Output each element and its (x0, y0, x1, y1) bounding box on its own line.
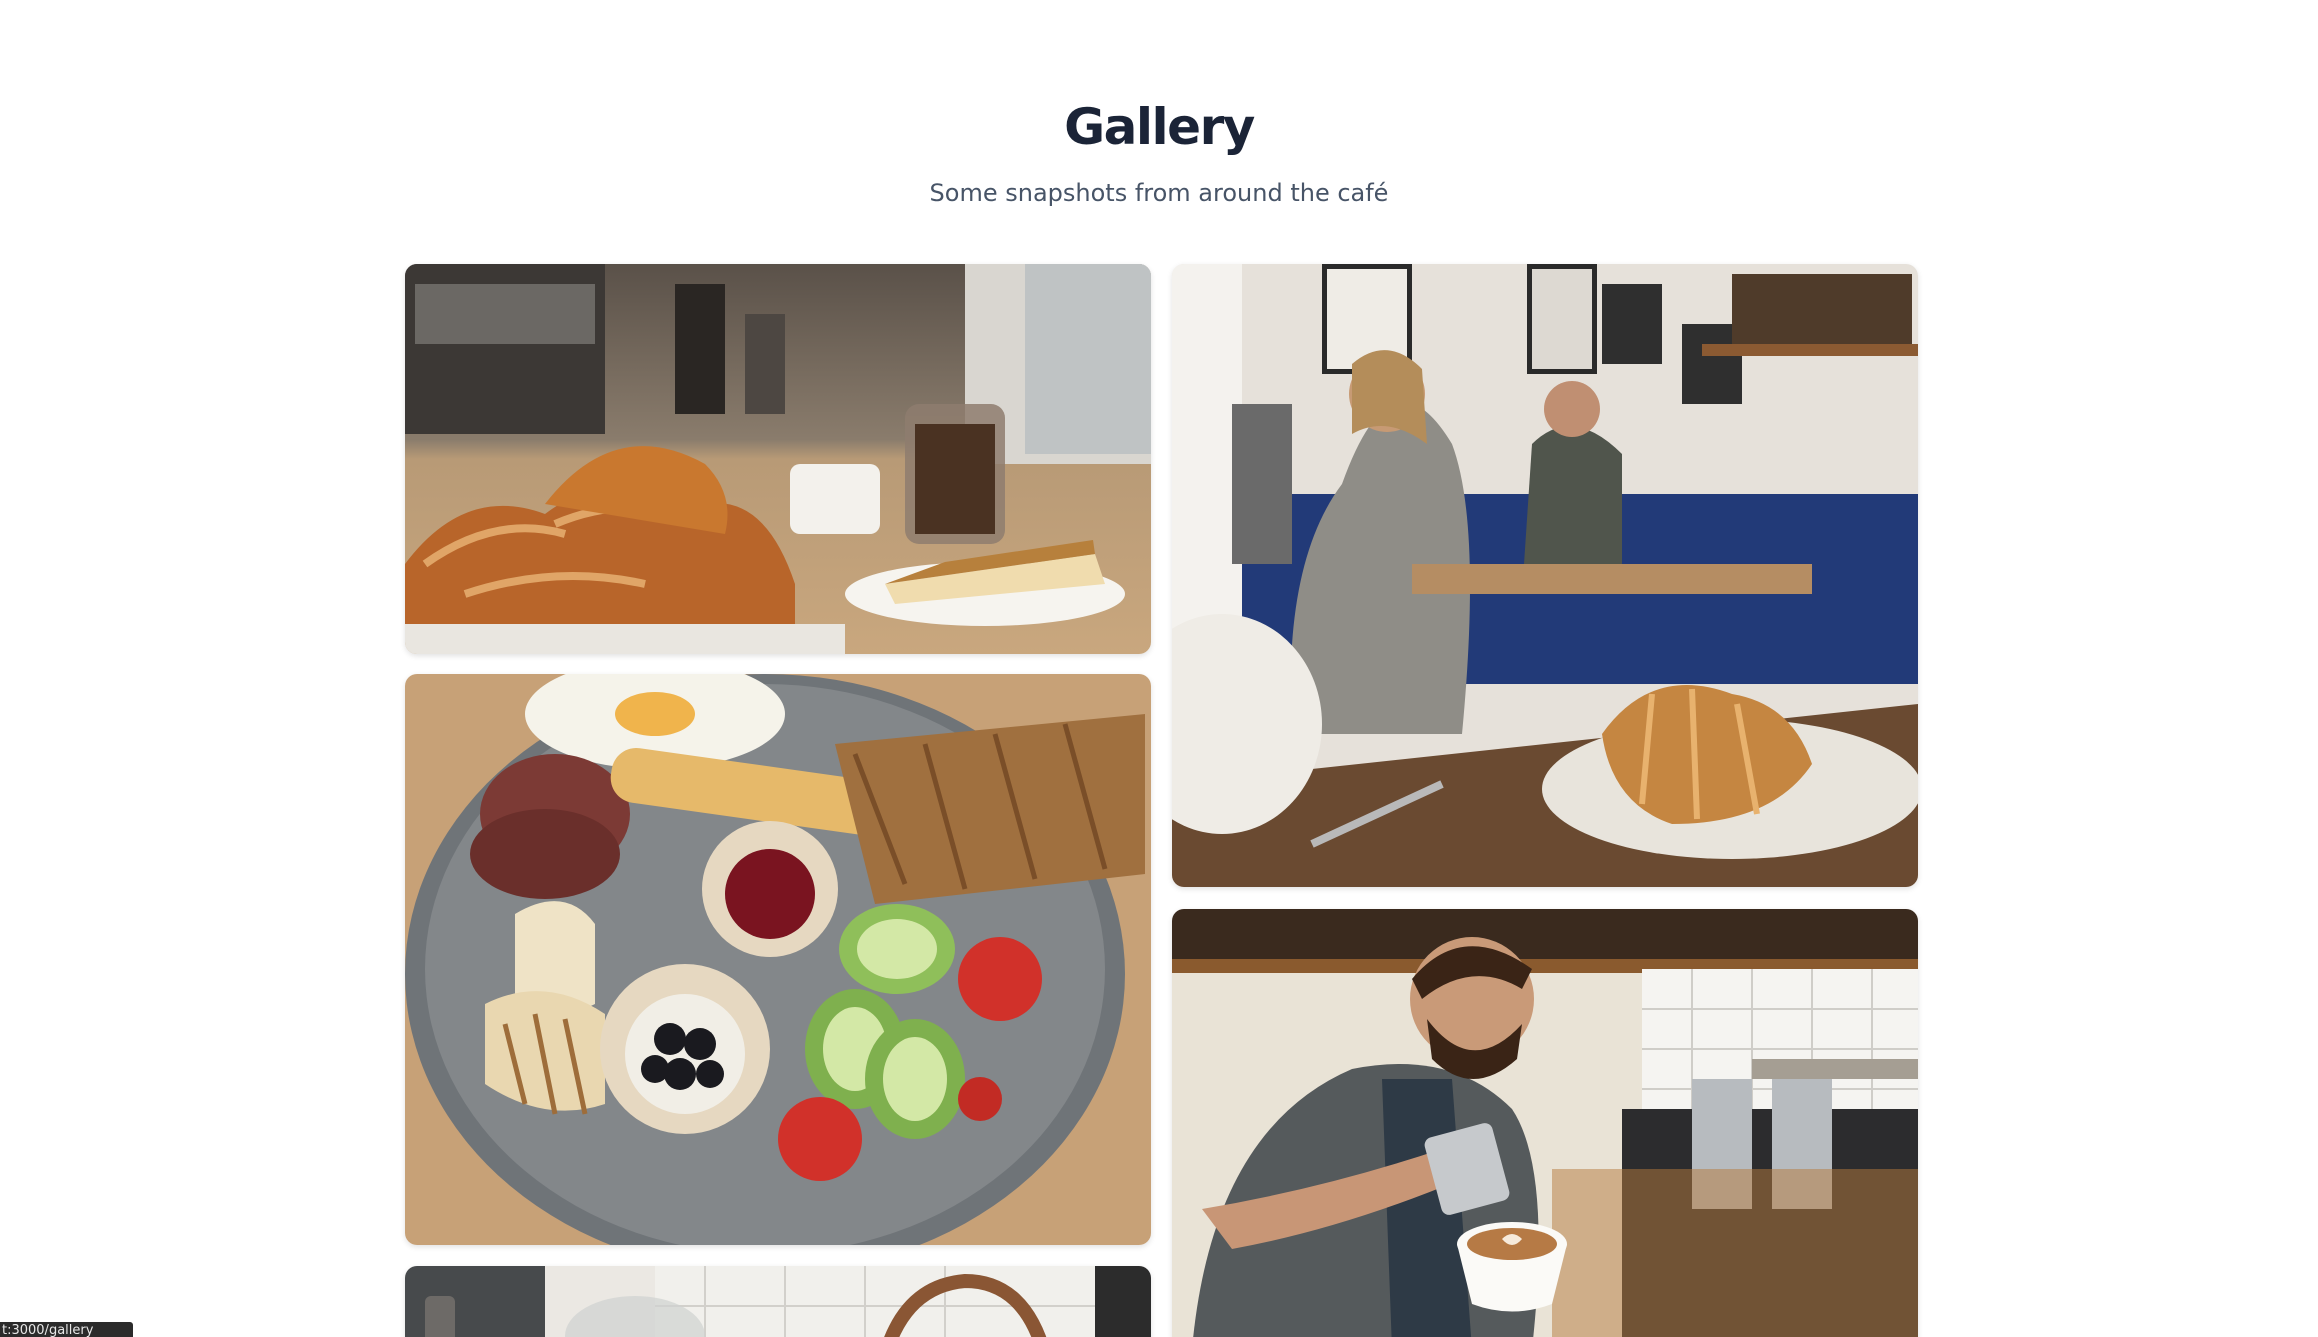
gallery-image-cafe-interior[interactable] (1172, 264, 1918, 887)
status-bar-url: t:3000/gallery (0, 1322, 133, 1337)
gallery-image-breakfast-plate[interactable] (405, 674, 1151, 1245)
page-subtitle: Some snapshots from around the café (929, 179, 1389, 207)
page-title: Gallery (1064, 98, 1255, 156)
gallery-image-barista-latte-art[interactable] (1172, 909, 1918, 1337)
gallery-image-coffee-equipment[interactable] (405, 1266, 1151, 1337)
gallery-image-croissants-coffee[interactable] (405, 264, 1151, 654)
